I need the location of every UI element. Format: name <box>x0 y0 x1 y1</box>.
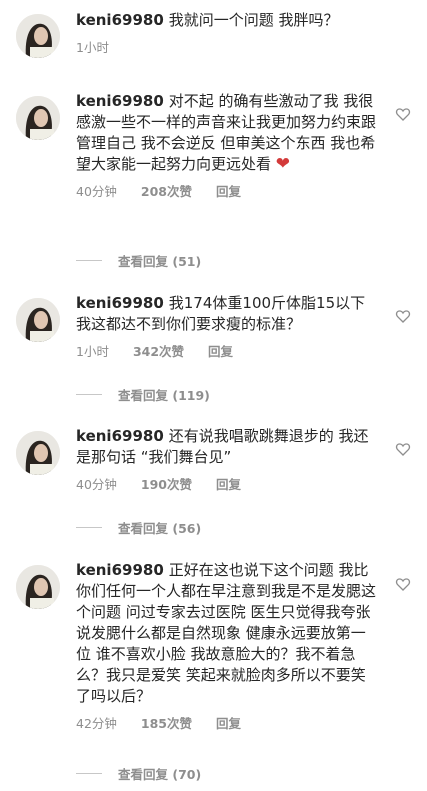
avatar[interactable] <box>16 565 60 609</box>
reply-button[interactable]: 回复 <box>216 184 241 199</box>
comment-time: 1小时 <box>76 40 109 55</box>
heart-emoji: ❤ <box>275 154 291 174</box>
reply-button[interactable]: 回复 <box>216 477 241 492</box>
divider-line <box>76 394 102 395</box>
comment-text: keni69980 我就问一个问题 我胖吗？ <box>76 11 339 29</box>
divider-line <box>76 260 102 261</box>
likes-count[interactable]: 208次赞 <box>141 184 192 199</box>
comment-meta: 40分钟 190次赞 回复 <box>76 474 376 492</box>
divider-line <box>76 773 102 774</box>
likes-count[interactable]: 190次赞 <box>141 477 192 492</box>
heart-outline-icon[interactable] <box>395 308 411 324</box>
view-replies-button[interactable]: 查看回复 (56) <box>76 518 201 537</box>
view-replies-button[interactable]: 查看回复 (51) <box>76 251 201 270</box>
comment-time: 40分钟 <box>76 477 117 492</box>
heart-outline-icon[interactable] <box>395 106 411 122</box>
likes-count[interactable]: 185次赞 <box>141 716 192 731</box>
comment-username[interactable]: keni69980 <box>76 294 164 312</box>
comment-meta: 40分钟 208次赞 回复 <box>76 181 376 199</box>
comment-username[interactable]: keni69980 <box>76 427 164 445</box>
avatar[interactable] <box>16 298 60 342</box>
comment-text: keni69980 我174体重100斤体脂15以下我这都达不到你们要求瘦的标准？ <box>76 294 366 333</box>
comment-time: 40分钟 <box>76 184 117 199</box>
heart-outline-icon[interactable] <box>395 576 411 592</box>
comment-text: keni69980 对不起 的确有些激动了我 我很感激一些不一样的声音来让我更加努… <box>76 92 377 174</box>
comment-time: 42分钟 <box>76 716 117 731</box>
comment-text: keni69980 还有说我唱歌跳舞退步的 我还是那句话 “我们舞台见” <box>76 427 369 466</box>
avatar[interactable] <box>16 96 60 140</box>
comment-text: keni69980 正好在这也说下这个问题 我比你们任何一个人都在早注意到我是不是… <box>76 561 377 705</box>
comment-time: 1小时 <box>76 344 109 359</box>
avatar[interactable] <box>16 431 60 475</box>
comment-meta: 1小时 342次赞 回复 <box>76 341 376 359</box>
avatar[interactable] <box>16 14 60 58</box>
comment-meta: 1小时 <box>76 37 376 55</box>
comment-username[interactable]: keni69980 <box>76 561 164 579</box>
reply-button[interactable]: 回复 <box>208 344 233 359</box>
comment-meta: 42分钟 185次赞 回复 <box>76 713 376 731</box>
heart-outline-icon[interactable] <box>395 441 411 457</box>
likes-count[interactable]: 342次赞 <box>133 344 184 359</box>
comment-username[interactable]: keni69980 <box>76 11 164 29</box>
comment-username[interactable]: keni69980 <box>76 92 164 110</box>
divider-line <box>76 527 102 528</box>
view-replies-button[interactable]: 查看回复 (119) <box>76 385 210 404</box>
reply-button[interactable]: 回复 <box>216 716 241 731</box>
view-replies-button[interactable]: 查看回复 (70) <box>76 764 201 783</box>
